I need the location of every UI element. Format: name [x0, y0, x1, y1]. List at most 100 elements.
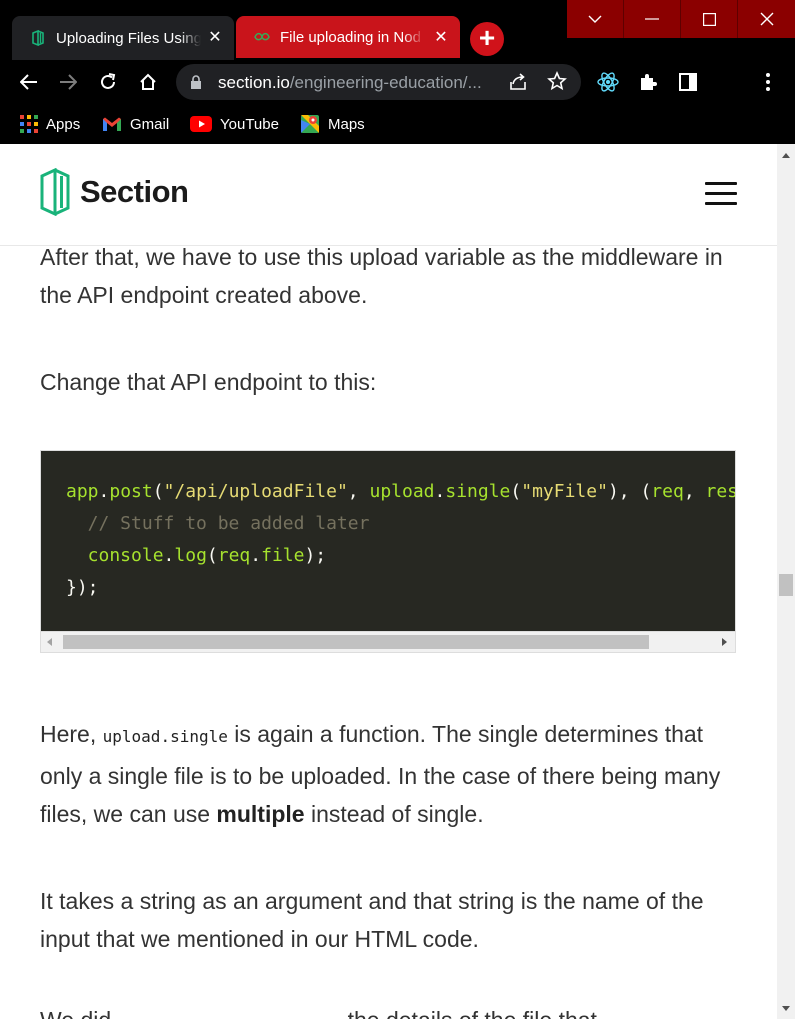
forward-button[interactable] [54, 68, 82, 96]
code-token: . [98, 481, 110, 502]
text-run: Here, [40, 721, 103, 747]
code-token: file [261, 545, 305, 566]
tab-search-button[interactable] [567, 0, 624, 38]
code-token: ( [510, 481, 522, 502]
close-icon [760, 12, 773, 26]
minimize-icon [645, 18, 659, 20]
more-vert-icon [766, 73, 770, 91]
scroll-up-icon[interactable] [782, 153, 790, 158]
inline-code: upload.single [102, 727, 228, 746]
reload-icon [101, 73, 116, 89]
apps-grid-icon [20, 115, 38, 133]
code-token: req [651, 481, 684, 502]
react-devtools-extension[interactable] [594, 68, 622, 96]
minimize-button[interactable] [624, 0, 681, 38]
arrow-right-icon [60, 74, 77, 90]
star-icon[interactable] [547, 71, 567, 91]
maps-icon [300, 114, 320, 134]
scrollbar-thumb[interactable] [63, 635, 649, 649]
bookmark-label: YouTube [220, 115, 279, 133]
scrollbar-thumb[interactable] [779, 574, 793, 596]
arrow-left-icon [20, 74, 37, 90]
bookmark-label: Maps [328, 115, 365, 133]
code-token: res [705, 481, 736, 502]
share-icon[interactable] [508, 72, 528, 92]
bookmark-label: Gmail [130, 115, 170, 133]
url-path: /engineering-education/... [289, 73, 482, 92]
code-horizontal-scrollbar[interactable] [41, 631, 735, 652]
scroll-right-icon[interactable] [722, 638, 727, 646]
close-window-button[interactable] [738, 0, 795, 38]
react-icon [597, 72, 619, 92]
bookmark-youtube[interactable]: YouTube [190, 112, 279, 136]
code-token: ), ( [607, 481, 652, 502]
code-token: app [66, 481, 99, 502]
code-token: . [250, 545, 262, 566]
side-panel-icon [679, 73, 697, 91]
chevron-down-icon [588, 15, 602, 23]
page-vertical-scrollbar[interactable] [777, 144, 795, 1019]
bold-text: multiple [216, 801, 305, 827]
home-button[interactable] [134, 68, 162, 96]
code-token: , [347, 481, 370, 502]
text-run: instead of single. [304, 801, 484, 827]
scroll-left-icon[interactable] [47, 638, 52, 646]
home-icon [140, 73, 156, 90]
code-comment: // Stuff to be added later [66, 513, 370, 534]
hamburger-menu-icon[interactable] [705, 182, 737, 206]
code-line-3: console.log(req.file); [66, 545, 326, 566]
address-bar[interactable]: section.io/engineering-education/... [176, 64, 581, 100]
chrome-menu-button[interactable] [754, 68, 782, 96]
url-text: section.io/engineering-education/... [218, 73, 482, 93]
tab-strip: Uploading Files Using ✕ File uploading i… [0, 0, 795, 60]
code-string: "myFile" [521, 481, 608, 502]
tab-title: File uploading in Nod [280, 28, 421, 46]
url-host: section.io [218, 73, 290, 92]
bookmark-apps[interactable]: Apps [20, 112, 80, 136]
new-tab-button[interactable]: + [470, 22, 504, 56]
tab-title: Uploading Files Using [56, 29, 201, 47]
code-token: console [66, 545, 164, 566]
code-token: single [445, 481, 511, 502]
code-line-4: }); [66, 577, 99, 598]
paragraph-change-endpoint: Change that API endpoint to this: [40, 369, 377, 395]
maximize-button[interactable] [681, 0, 738, 38]
code-token: log [174, 545, 207, 566]
code-area: app.post("/api/uploadFile", upload.singl… [41, 451, 735, 631]
geeksforgeeks-icon [254, 32, 270, 41]
puzzle-icon [641, 74, 657, 90]
bookmark-gmail[interactable]: Gmail [102, 112, 169, 136]
tab-uploading-files[interactable]: Uploading Files Using ✕ [12, 16, 234, 60]
code-token: req [217, 545, 251, 566]
paragraph-partial: We did the details of the file that [40, 1001, 740, 1019]
code-token: ( [152, 481, 164, 502]
code-token: . [163, 545, 175, 566]
reload-button[interactable] [94, 68, 122, 96]
tab-file-uploading[interactable]: File uploading in Nod ✕ [236, 16, 460, 58]
extensions-button[interactable] [634, 68, 662, 96]
code-token: , [683, 481, 706, 502]
side-panel-button[interactable] [674, 68, 702, 96]
window-controls [567, 0, 795, 38]
back-button[interactable] [15, 68, 43, 96]
bookmark-maps[interactable]: Maps [300, 112, 365, 136]
youtube-icon [190, 116, 212, 132]
close-icon[interactable]: ✕ [432, 29, 450, 47]
paragraph-upload-single: Here, upload.single is again a function.… [40, 715, 740, 834]
bookmarks-bar: Apps Gmail YouTube Maps [0, 104, 795, 144]
code-token: . [434, 481, 446, 502]
close-icon[interactable]: ✕ [206, 29, 224, 47]
section-logo-icon [32, 30, 44, 46]
code-token: ); [304, 545, 327, 566]
code-block: app.post("/api/uploadFile", upload.singl… [40, 450, 736, 653]
code-token: upload [369, 481, 435, 502]
section-logo-icon[interactable] [40, 168, 70, 216]
paragraph-string-argument: It takes a string as an argument and tha… [40, 888, 704, 952]
lock-icon [191, 75, 201, 89]
maximize-icon [702, 12, 716, 26]
code-token: ( [206, 545, 218, 566]
site-header: Section [0, 144, 777, 246]
scroll-down-icon[interactable] [782, 1006, 790, 1011]
site-logo-text[interactable]: Section [80, 174, 189, 210]
gmail-icon [102, 116, 122, 132]
